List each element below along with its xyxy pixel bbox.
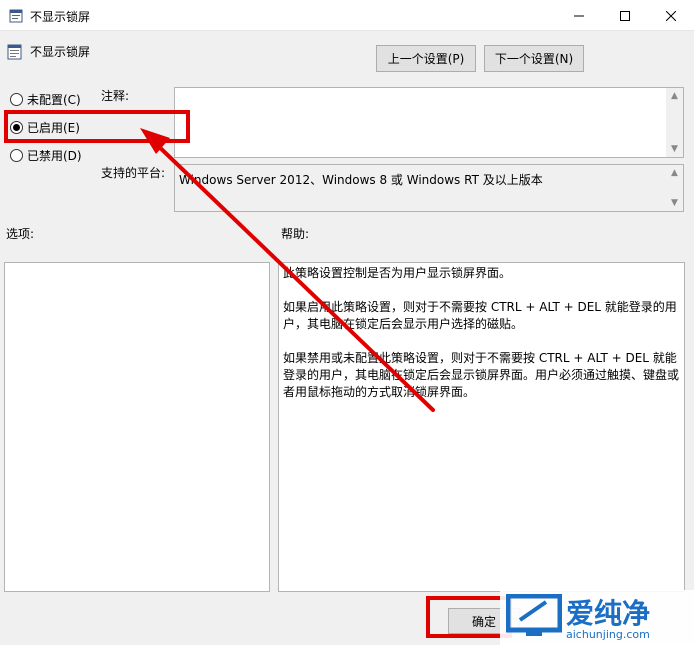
- monitor-logo-icon: [506, 594, 562, 636]
- watermark-brand: 爱纯净: [566, 597, 651, 630]
- watermark: 爱纯净 aichunjing.com: [500, 590, 694, 645]
- annotation-arrow: [140, 128, 435, 412]
- watermark-url: aichunjing.com: [566, 628, 650, 641]
